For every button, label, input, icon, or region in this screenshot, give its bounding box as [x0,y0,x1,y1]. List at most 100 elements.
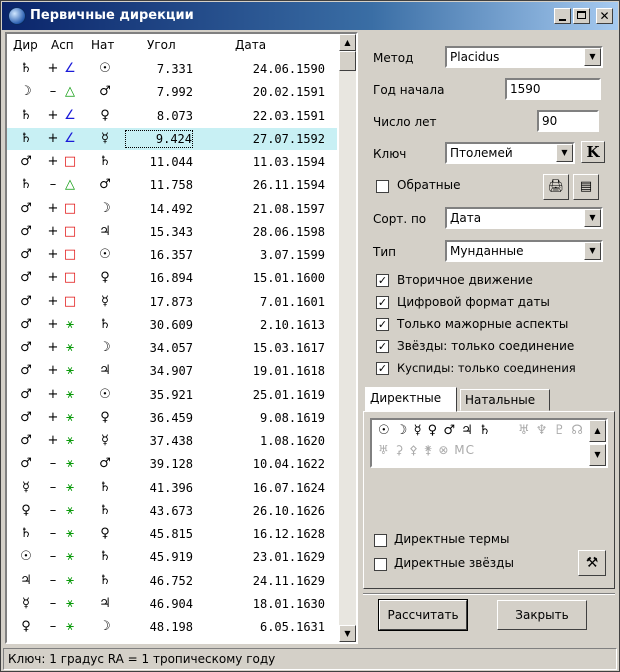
table-row[interactable]: ♂ + □ ♀ 16.894 15.01.1600 [7,267,337,289]
status-text: Ключ: 1 градус RA = 1 тропическому году [8,652,276,666]
scroll-up-button[interactable]: ▲ [339,34,356,51]
sort-value: Дата [450,211,482,225]
table-row-partial[interactable] [7,639,337,642]
table-row[interactable]: ☉ – ⚹ ♄ 45.919 23.01.1629 [7,546,337,568]
option-checkbox[interactable]: ✓ [376,296,389,309]
table-row[interactable]: ♄ + ∠ ☉ 7.331 24.06.1590 [7,58,337,80]
chevron-down-icon[interactable]: ▼ [584,242,601,260]
method-value: Placidus [450,50,500,64]
type-select[interactable]: Мунданные ▼ [445,240,603,262]
dir-planet: ♂ [20,293,32,309]
table-row[interactable]: ♂ + □ ♄ 11.044 11.03.1594 [7,151,337,173]
aspect-sign: + [47,340,59,355]
table-row[interactable]: ♂ + ⚹ ♀ 36.459 9.08.1619 [7,407,337,429]
planets-row1-active: ☉ ☽ ☿ ♀ ♂ ♃ ♄ [378,423,492,438]
scroll-down-button[interactable]: ▼ [339,625,356,642]
table-row[interactable]: ♂ + ⚹ ♃ 34.907 19.01.1618 [7,360,337,382]
key-edit-button[interactable]: K [581,141,605,163]
planets-row2-dim: ♅ ⚳ ⚴ ⚵ ⊗ MC [378,443,475,457]
table-row[interactable]: ♂ + ⚹ ☿ 37.438 1.08.1620 [7,430,337,452]
tab-natals[interactable]: Натальные [460,389,550,411]
table-row[interactable]: ♄ + ∠ ♀ 8.073 22.03.1591 [7,105,337,127]
date-value: 28.06.1598 [252,224,325,239]
table-row[interactable]: ♂ + □ ☉ 16.357 3.07.1599 [7,244,337,266]
dir-planet: ♂ [20,363,32,379]
close-button[interactable]: Закрыть [497,600,587,630]
direct-terms-checkbox[interactable] [374,534,387,547]
dir-planet: ♄ [20,61,32,76]
num-years-input[interactable]: 90 [537,110,599,132]
start-year-input[interactable]: 1590 [505,78,601,100]
printer-icon: 🖨 [547,179,565,194]
dir-planet: ♂ [20,154,32,169]
planet-list[interactable]: ☉ ☽ ☿ ♀ ♂ ♃ ♄ ♅ ♆ ♇ ☊ ♅ ⚳ ⚴ ⚵ ⊗ MC ▲ ▼ [370,418,608,468]
document-button[interactable]: ▤ [573,174,599,200]
table-row[interactable]: ☿ – ⚹ ♄ 41.396 16.07.1624 [7,477,337,499]
table-row[interactable]: ☿ – ⚹ ♃ 46.904 18.01.1630 [7,593,337,615]
option-cusps-conjunctions: Куспиды: только соединения [397,361,576,375]
angle-value: 9.424 [125,129,193,148]
table-row[interactable]: ♂ – ⚹ ♂ 39.128 10.04.1622 [7,453,337,475]
method-select[interactable]: Placidus ▼ [445,46,603,68]
table-row[interactable]: ♄ – △ ♂ 11.758 26.11.1594 [7,174,337,196]
minimize-button[interactable] [554,8,571,24]
table-row[interactable]: ☽ – △ ♂ 7.992 20.02.1591 [7,81,337,103]
dir-planet: ♂ [20,386,32,402]
document-icon: ▤ [579,179,593,194]
angle-value: 15.343 [149,224,193,239]
chevron-down-icon[interactable]: ▼ [584,209,601,227]
scroll-thumb[interactable] [339,51,356,71]
aspect-symbol: ∠ [64,107,76,123]
table-row[interactable]: ♄ – ⚹ ♀ 45.815 16.12.1628 [7,523,337,545]
sort-label: Сорт. по [373,212,427,226]
table-row[interactable]: ♂ + ⚹ ☉ 35.921 25.01.1619 [7,384,337,406]
natal-planet: ♀ [100,107,110,123]
option-checkbox[interactable]: ✓ [376,274,389,287]
angle-value: 36.459 [149,410,193,425]
table-row[interactable]: ♃ – ⚹ ♄ 46.752 24.11.1629 [7,570,337,592]
option-checkbox[interactable]: ✓ [376,362,389,375]
scroll-down-button[interactable]: ▼ [589,444,606,466]
scroll-up-button[interactable]: ▲ [589,420,606,442]
angle-value: 41.396 [149,480,193,495]
table-row[interactable]: ♀ – ⚹ ♄ 43.673 26.10.1626 [7,500,337,522]
aspect-symbol: ⚹ [66,526,74,541]
chevron-down-icon[interactable]: ▼ [584,48,601,66]
reverse-checkbox[interactable] [376,180,389,193]
aspect-symbol: ⚹ [66,595,74,611]
option-checkbox[interactable]: ✓ [376,318,389,331]
key-button-label: K [586,143,600,161]
dir-planet: ☉ [20,549,32,565]
angle-value: 46.752 [149,573,193,588]
natal-planet: ♀ [100,409,110,425]
tools-button[interactable]: ⚒ [578,550,606,576]
table-row[interactable]: ♂ + □ ♃ 15.343 28.06.1598 [7,221,337,243]
table-row[interactable]: ♄ + ∠ ☿ 9.424 27.07.1592 [7,127,337,150]
directions-list[interactable]: Дир Асп Нат Угол Дата ♄ + ∠ ☉ 7.331 24.06.159… [5,32,358,644]
table-row[interactable]: ♂ + □ ☽ 14.492 21.08.1597 [7,198,337,220]
table-row[interactable]: ♂ + □ ☿ 17.873 7.01.1601 [7,291,337,313]
table-row[interactable]: ♀ – ⚹ ☽ 48.198 6.05.1631 [7,616,337,638]
start-year-label: Год начала [373,83,445,97]
title-bar[interactable]: Первичные дирекции ✕ [2,2,618,30]
key-select[interactable]: Птолемей ▼ [445,142,575,164]
angle-value: 45.815 [149,527,193,541]
maximize-button[interactable] [573,8,590,24]
close-window-button[interactable]: ✕ [596,8,613,24]
header-dir: Дир [13,38,38,52]
print-button[interactable]: 🖨 [543,174,569,200]
natal-planet: ♂ [99,456,111,472]
table-row[interactable]: ♂ + ⚹ ♄ 30.609 2.10.1613 [7,314,337,336]
option-checkbox[interactable]: ✓ [376,340,389,353]
aspect-symbol: ⚹ [66,386,74,402]
sort-select[interactable]: Дата ▼ [445,207,603,229]
date-value: 22.03.1591 [252,108,325,123]
table-row[interactable]: ♂ + ⚹ ☽ 34.057 15.03.1617 [7,337,337,359]
calculate-button[interactable]: Рассчитать [378,599,468,631]
list-scrollbar[interactable]: ▲ ▼ [339,34,356,642]
aspect-sign: – [49,84,57,100]
chevron-down-icon[interactable]: ▼ [556,144,573,162]
direct-stars-checkbox[interactable] [374,558,387,571]
dir-planet: ♄ [20,526,32,541]
tab-directs[interactable]: Директные [365,387,457,412]
